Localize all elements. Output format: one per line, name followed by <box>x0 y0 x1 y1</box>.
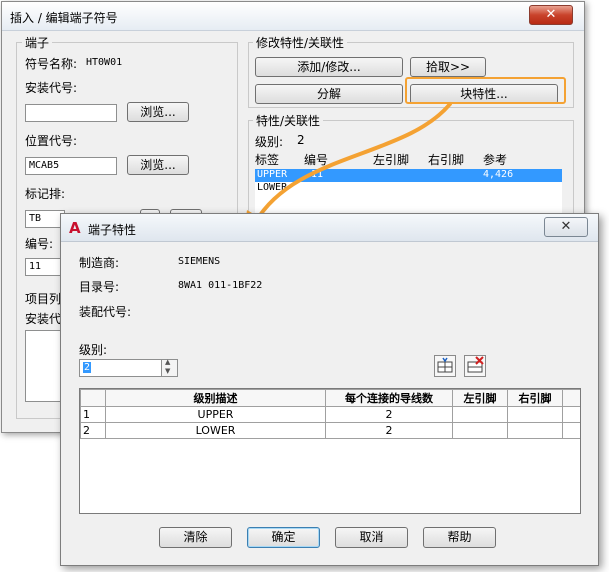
col-reference: 参考 <box>483 153 508 167</box>
close-button[interactable]: ✕ <box>544 217 588 237</box>
symbol-name-label: 符号名称: <box>25 57 78 71</box>
row-reference: 4,426 <box>483 169 514 180</box>
col-level-description[interactable]: 级别描述 <box>105 389 326 407</box>
table-corner <box>80 389 106 407</box>
level-label: 级别: <box>79 343 108 357</box>
pick-button[interactable]: 拾取>> <box>410 57 486 77</box>
number-input[interactable]: 11 <box>25 258 65 276</box>
clear-button[interactable]: 清除 <box>159 527 232 548</box>
level-stepper[interactable]: ▲ ▼ <box>162 358 178 377</box>
delete-row-button[interactable] <box>464 355 486 377</box>
table-row[interactable]: 2 LOWER 2 <box>80 422 580 439</box>
install-code-label: 安装代号: <box>25 81 78 95</box>
add-modify-button[interactable]: 添加/修改... <box>255 57 403 77</box>
row-index: 1 <box>80 406 106 423</box>
ok-button[interactable]: 确定 <box>247 527 320 548</box>
row-left-pin[interactable] <box>452 422 508 439</box>
manufacturer-label: 制造商: <box>79 256 120 270</box>
row-description[interactable]: UPPER <box>105 406 326 423</box>
chevron-up-icon[interactable]: ▲ <box>165 358 170 366</box>
title-bar: 插入 / 编辑端子符号 ✕ <box>2 2 584 31</box>
add-row-button[interactable] <box>434 355 456 377</box>
close-button[interactable]: ✕ <box>529 5 573 25</box>
row-right-pin[interactable] <box>507 406 563 423</box>
tag-strip-input[interactable]: TB <box>25 210 65 228</box>
catalog-value: 8WA1 011-1BF22 <box>178 280 263 291</box>
terminal-properties-dialog: A 端子特性 ✕ 制造商: SIEMENS 目录号: 8WA1 011-1BF2… <box>60 213 599 566</box>
col-right-pin[interactable]: 右引脚 <box>507 389 563 407</box>
row-filler <box>562 422 580 439</box>
location-code-input[interactable]: MCAB5 <box>25 157 117 175</box>
delete-row-icon <box>467 356 484 373</box>
modify-group-label: 修改特性/关联性 <box>253 34 348 51</box>
install-code2-label: 安装代 <box>25 312 62 326</box>
row-filler <box>562 406 580 423</box>
add-row-icon <box>437 357 453 373</box>
chevron-down-icon[interactable]: ▼ <box>165 367 170 375</box>
row-wires[interactable]: 2 <box>325 422 453 439</box>
level-spinner-input[interactable]: 2 <box>79 359 162 377</box>
level-table[interactable]: 级别描述 每个连接的导线数 左引脚 右引脚 1 UPPER 2 2 LOWER … <box>79 388 581 514</box>
assembly-label: 装配代号: <box>79 305 132 319</box>
browse-location-button[interactable]: 浏览... <box>127 155 189 175</box>
terminal-group-label: 端子 <box>22 34 53 51</box>
title-bar: A 端子特性 ✕ <box>61 214 598 242</box>
catalog-label: 目录号: <box>79 280 120 294</box>
symbol-name-value: HT0W01 <box>86 57 123 68</box>
table-row[interactable]: 1 UPPER 2 <box>80 406 580 423</box>
manufacturer-value: SIEMENS <box>178 256 221 267</box>
number-label: 编号: <box>25 237 54 251</box>
autocad-logo-icon: A <box>69 219 81 237</box>
help-button[interactable]: 帮助 <box>423 527 496 548</box>
col-wires-per-connection[interactable]: 每个连接的导线数 <box>325 389 453 407</box>
row-description[interactable]: LOWER <box>105 422 326 439</box>
col-left-pin[interactable]: 左引脚 <box>452 389 508 407</box>
dialog-title: 端子特性 <box>88 223 137 237</box>
row-index: 2 <box>80 422 106 439</box>
project-list-label: 项目列 <box>25 292 62 306</box>
tag-strip-label: 标记排: <box>25 187 66 201</box>
browse-install-button[interactable]: 浏览... <box>127 102 189 122</box>
location-code-label: 位置代号: <box>25 134 78 148</box>
cancel-button[interactable]: 取消 <box>335 527 408 548</box>
level-value: 2 <box>83 362 92 373</box>
row-right-pin[interactable] <box>507 422 563 439</box>
row-left-pin[interactable] <box>452 406 508 423</box>
col-filler <box>562 389 580 407</box>
row-wires[interactable]: 2 <box>325 406 453 423</box>
install-code-input[interactable] <box>25 104 117 122</box>
dialog-title: 插入 / 编辑端子符号 <box>10 11 118 25</box>
